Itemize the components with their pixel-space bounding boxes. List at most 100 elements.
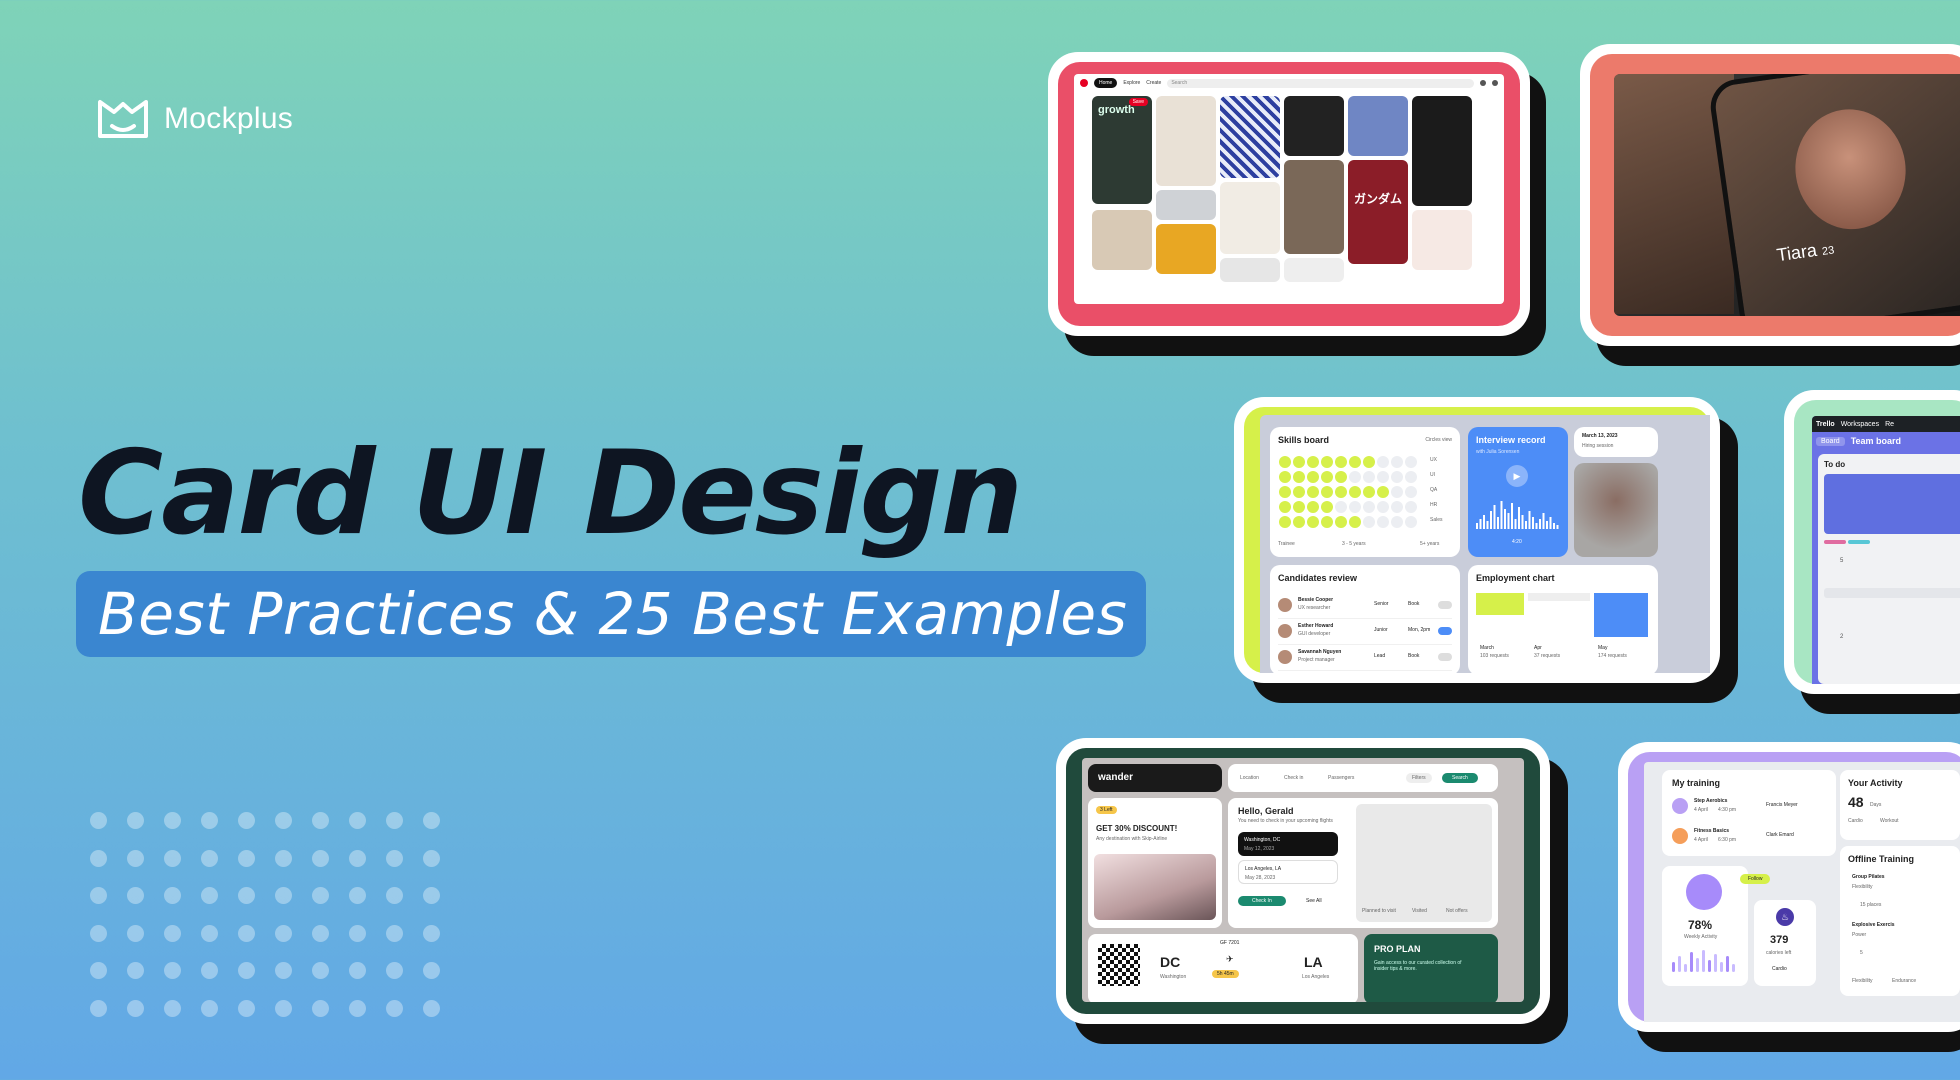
decorative-dot bbox=[312, 962, 329, 979]
card-placeholder[interactable] bbox=[1824, 588, 1960, 598]
training-title: My training bbox=[1672, 778, 1721, 788]
pin-tile[interactable] bbox=[1220, 182, 1280, 254]
pin-tile[interactable] bbox=[1348, 96, 1408, 156]
toggle-switch[interactable] bbox=[1438, 627, 1452, 635]
toggle-switch[interactable] bbox=[1438, 601, 1452, 609]
discount-card[interactable]: 3 Left GET 30% DISCOUNT! Any destination… bbox=[1088, 798, 1222, 928]
world-map[interactable]: Planned to visit Visited Not offers bbox=[1356, 804, 1492, 922]
pin-tile[interactable]: growth Save bbox=[1092, 96, 1152, 204]
pin-tile[interactable] bbox=[1412, 96, 1472, 206]
interview-record-card[interactable]: Interview record with Julia Sorensen ▶ 4… bbox=[1468, 427, 1568, 557]
pro-plan-card[interactable]: PRO PLAN Gain access to our curated coll… bbox=[1364, 934, 1498, 1002]
offline-item-name: Group Pilates bbox=[1852, 874, 1885, 880]
brand[interactable]: Mockplus bbox=[96, 96, 293, 142]
see-all-link[interactable]: See All bbox=[1306, 898, 1322, 904]
skill-dot bbox=[1377, 501, 1389, 513]
decorative-dot bbox=[423, 887, 440, 904]
flight-item[interactable]: Los Angeles, LA May 28, 2023 bbox=[1238, 860, 1338, 884]
date-card[interactable]: March 13, 2023 Hiring session bbox=[1574, 427, 1658, 457]
waveform-bar bbox=[1483, 515, 1485, 529]
pin-tile[interactable] bbox=[1092, 210, 1152, 270]
candidate-row[interactable]: Savannah Nguyen Project manager Lead Book bbox=[1278, 645, 1452, 671]
candidate-action[interactable]: Book bbox=[1408, 653, 1419, 659]
profile-card[interactable]: Tiara 23 bbox=[1707, 74, 1960, 316]
pin-tile[interactable] bbox=[1220, 96, 1280, 178]
pin-tile[interactable] bbox=[1284, 258, 1344, 282]
message-icon[interactable] bbox=[1492, 80, 1498, 86]
pin-tile[interactable] bbox=[1156, 224, 1216, 274]
pin-tile[interactable]: ガンダム bbox=[1348, 160, 1408, 264]
pin-tile-text: growth bbox=[1098, 104, 1135, 116]
skill-dot bbox=[1377, 516, 1389, 528]
candidate-action[interactable]: Book bbox=[1408, 601, 1419, 607]
example-card-travel[interactable]: wander Location Check in Passengers Filt… bbox=[1056, 738, 1550, 1024]
board-title[interactable]: Team board bbox=[1851, 436, 1901, 446]
example-card-dating[interactable]: Tiara 23 bbox=[1580, 44, 1960, 346]
filter-passengers[interactable]: Passengers bbox=[1328, 775, 1354, 781]
decorative-dot bbox=[386, 849, 403, 867]
decorative-dot bbox=[201, 812, 218, 829]
greeting-card[interactable]: Hello, Gerald You need to check in your … bbox=[1228, 798, 1498, 928]
filter-check-in[interactable]: Check in bbox=[1284, 775, 1303, 781]
boarding-pass[interactable]: GF 7201 DC Washington ✈ 5h 45m LA Los An… bbox=[1088, 934, 1358, 1002]
tab-home[interactable]: Home bbox=[1094, 78, 1118, 88]
filter-location[interactable]: Location bbox=[1240, 775, 1259, 781]
play-icon[interactable]: ▶ bbox=[1506, 465, 1528, 487]
search-button[interactable]: Search bbox=[1442, 773, 1478, 783]
pin-tile[interactable] bbox=[1284, 96, 1344, 156]
pin-tile[interactable] bbox=[1220, 258, 1280, 282]
recent-menu[interactable]: Re bbox=[1885, 421, 1894, 428]
skill-dot bbox=[1335, 516, 1347, 528]
todo-list[interactable]: To do 5 2 bbox=[1818, 454, 1960, 684]
trello-logo[interactable]: Trello bbox=[1816, 421, 1835, 428]
pin-tile[interactable] bbox=[1284, 160, 1344, 254]
example-card-fitness[interactable]: My training Step Aerobics 4 April 4:30 p… bbox=[1618, 742, 1960, 1032]
waveform-bar bbox=[1532, 517, 1534, 529]
candidate-level: Junior bbox=[1374, 627, 1388, 633]
tab-explore[interactable]: Explore bbox=[1123, 80, 1140, 86]
candidate-row[interactable]: Esther Howard GUI developer Junior Mon, 2pm bbox=[1278, 619, 1452, 645]
follow-button[interactable]: Follow bbox=[1740, 874, 1771, 884]
skill-dot bbox=[1405, 501, 1417, 513]
mockplus-logo-icon bbox=[98, 100, 148, 138]
example-card-trello[interactable]: Trello Workspaces Re Board Team board To… bbox=[1784, 390, 1960, 694]
training-date: 4 April bbox=[1694, 807, 1708, 813]
my-training-card[interactable]: My training Step Aerobics 4 April 4:30 p… bbox=[1662, 770, 1836, 856]
check-in-button[interactable]: Check In bbox=[1238, 896, 1286, 906]
card-counter: 2 bbox=[1840, 634, 1844, 640]
employment-bar bbox=[1476, 593, 1524, 615]
card-cover[interactable] bbox=[1824, 474, 1960, 534]
candidates-review-card[interactable]: Candidates review Bessie Cooper UX resear… bbox=[1270, 565, 1460, 673]
employment-chart-card[interactable]: Employment chart March 103 requests Apr … bbox=[1468, 565, 1658, 673]
dashboard-screen: Skills board Circles view UX UI QA HR Sa… bbox=[1260, 415, 1710, 673]
wander-logo[interactable]: wander bbox=[1098, 772, 1133, 783]
flight-item[interactable]: Washington, DC May 12, 2023 bbox=[1238, 832, 1338, 856]
your-activity-card[interactable]: Your Activity 48 Days Cardio Workout bbox=[1840, 770, 1960, 840]
pin-tile[interactable] bbox=[1156, 96, 1216, 186]
skill-dot bbox=[1293, 501, 1305, 513]
example-card-dashboard[interactable]: Skills board Circles view UX UI QA HR Sa… bbox=[1234, 397, 1720, 683]
pin-tile[interactable] bbox=[1156, 190, 1216, 220]
decorative-dot bbox=[164, 999, 181, 1017]
weekly-activity-card[interactable]: 78% Weekly Activity bbox=[1662, 866, 1748, 986]
pin-tile[interactable] bbox=[1412, 210, 1472, 270]
filters-button[interactable]: Filters bbox=[1406, 773, 1432, 783]
tab-create[interactable]: Create bbox=[1146, 80, 1161, 86]
candidate-action[interactable]: Mon, 2pm bbox=[1408, 627, 1430, 633]
toggle-switch[interactable] bbox=[1438, 653, 1452, 661]
skill-dot bbox=[1279, 486, 1291, 498]
search-input[interactable]: Search bbox=[1167, 78, 1474, 88]
board-view-button[interactable]: Board bbox=[1816, 436, 1845, 446]
offline-training-card[interactable]: Offline Training Group Pilates Flexibili… bbox=[1840, 846, 1960, 996]
example-card-pinterest[interactable]: Home Explore Create Search growth Save ガ… bbox=[1048, 52, 1530, 336]
skills-filter-dropdown[interactable]: Circles view bbox=[1425, 437, 1452, 443]
skill-dot bbox=[1405, 486, 1417, 498]
bell-icon[interactable] bbox=[1480, 80, 1486, 86]
candidate-row[interactable]: Bessie Cooper UX researcher Senior Book bbox=[1278, 593, 1452, 619]
decorative-dot bbox=[164, 812, 181, 829]
calories-card[interactable]: ♨ 379 calories left Cardio bbox=[1754, 900, 1816, 986]
skills-board-card[interactable]: Skills board Circles view UX UI QA HR Sa… bbox=[1270, 427, 1460, 557]
workspaces-menu[interactable]: Workspaces bbox=[1841, 421, 1879, 428]
decorative-dot bbox=[386, 812, 403, 829]
save-button[interactable]: Save bbox=[1128, 98, 1148, 106]
